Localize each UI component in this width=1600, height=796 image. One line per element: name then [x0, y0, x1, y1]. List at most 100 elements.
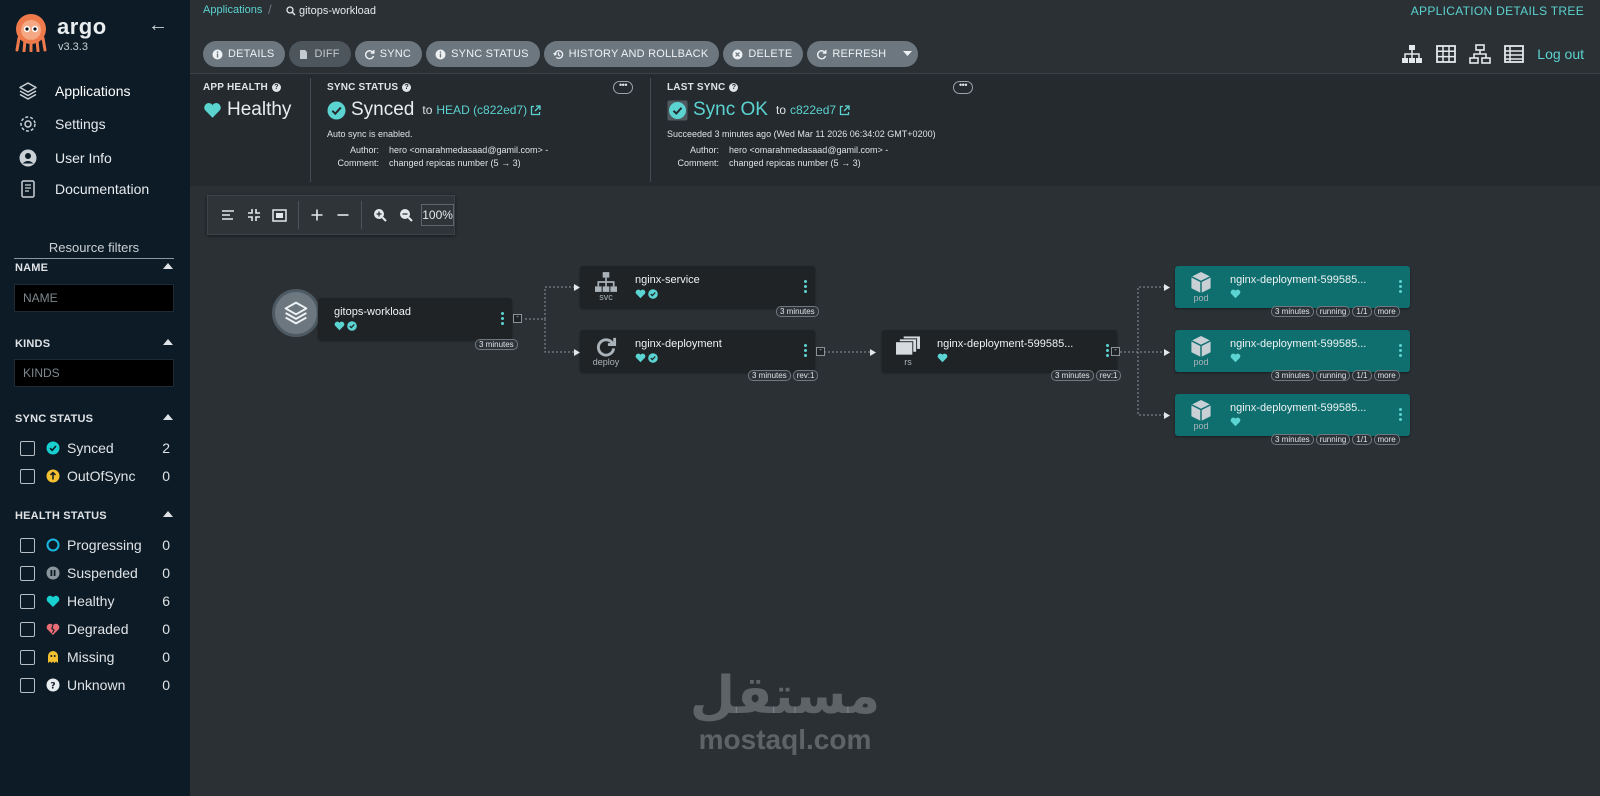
- filter-count: 0: [162, 677, 170, 693]
- kinds-filter-input[interactable]: [14, 359, 174, 387]
- checkbox[interactable]: [20, 565, 35, 581]
- collapse-node-toggle[interactable]: -: [816, 347, 825, 356]
- sync-revision-link[interactable]: HEAD (c822ed7): [436, 103, 541, 117]
- refresh-dropdown-button[interactable]: [897, 41, 919, 67]
- external-link-icon: [839, 104, 850, 115]
- collapse-caret-icon[interactable]: [163, 511, 173, 517]
- health-status-text: Healthy: [227, 99, 292, 120]
- checkbox[interactable]: [20, 649, 35, 665]
- checkbox[interactable]: [20, 440, 35, 456]
- refresh-button[interactable]: REFRESH: [807, 41, 898, 67]
- app-node-icon[interactable]: [272, 289, 320, 337]
- checkbox[interactable]: [20, 593, 35, 609]
- collapse-sidebar-icon[interactable]: ←: [148, 14, 168, 37]
- help-icon[interactable]: ?: [271, 83, 281, 92]
- age-tag: 3 minutes: [748, 370, 791, 381]
- checkbox[interactable]: [20, 621, 35, 637]
- node-kind: pod: [1193, 357, 1209, 367]
- nav-user-info[interactable]: User Info: [18, 145, 188, 171]
- node-status: [1230, 289, 1241, 299]
- age-tag: 3 minutes: [1051, 370, 1094, 381]
- collapse-caret-icon[interactable]: [163, 339, 173, 345]
- collapse-caret-icon[interactable]: [163, 414, 173, 420]
- delete-button[interactable]: DELETE: [723, 41, 804, 67]
- pod-node[interactable]: pod nginx-deployment-599585...: [1175, 266, 1410, 308]
- filter-count: 6: [162, 593, 170, 609]
- details-label: DETAILS: [228, 48, 275, 60]
- logout-link[interactable]: Log out: [1537, 46, 1584, 62]
- network-view-icon[interactable]: [1469, 44, 1492, 64]
- cube-icon: [1191, 399, 1211, 422]
- zoom-level: 100%: [421, 204, 454, 226]
- breadcrumb-current[interactable]: gitops-workload: [286, 5, 376, 17]
- more-tag[interactable]: more: [1373, 370, 1400, 381]
- filter-count: 0: [162, 565, 170, 581]
- align-left-icon[interactable]: [217, 204, 238, 226]
- node-status: [635, 289, 658, 299]
- nav-applications[interactable]: Applications: [18, 78, 188, 104]
- zoom-in-icon[interactable]: [369, 204, 390, 226]
- node-menu-icon[interactable]: [1398, 408, 1402, 421]
- checkbox[interactable]: [20, 677, 35, 693]
- breadcrumb-applications[interactable]: Applications: [203, 4, 262, 16]
- filter-missing[interactable]: Missing 0: [20, 647, 170, 667]
- filter-progressing[interactable]: Progressing 0: [20, 535, 170, 555]
- diff-label: DIFF: [314, 48, 340, 60]
- filter-synced[interactable]: Synced 2: [20, 438, 170, 458]
- details-button[interactable]: DETAILS: [203, 41, 286, 67]
- help-icon[interactable]: ?: [402, 83, 412, 92]
- collapse-node-toggle[interactable]: -: [513, 314, 522, 323]
- name-filter-input[interactable]: [14, 284, 174, 312]
- nav-documentation[interactable]: Documentation: [18, 176, 188, 202]
- collapse-icon[interactable]: [332, 204, 353, 226]
- age-tag: 3 minutes: [1271, 306, 1314, 317]
- checkbox[interactable]: [20, 537, 35, 553]
- tree-view-icon[interactable]: [1401, 44, 1423, 64]
- diff-button[interactable]: DIFF: [289, 41, 351, 67]
- deployment-node[interactable]: deploy nginx-deployment: [580, 330, 815, 372]
- pod-node[interactable]: pod nginx-deployment-599585...: [1175, 330, 1410, 372]
- list-view-icon[interactable]: [1503, 44, 1525, 64]
- zoom-out-icon[interactable]: [395, 204, 416, 226]
- filter-outofsync[interactable]: OutOfSync 0: [20, 466, 170, 486]
- svg-text:?: ?: [50, 681, 55, 691]
- collapse-node-toggle[interactable]: -: [1111, 347, 1120, 356]
- collapse-caret-icon[interactable]: [163, 263, 173, 269]
- sync-status-button[interactable]: SYNC STATUS: [426, 41, 540, 67]
- comment-value: changed repicas number (5 → 3): [729, 158, 861, 168]
- external-link-icon: [530, 104, 541, 115]
- app-toolbar: DETAILS DIFF SYNC SYNC STATUS HISTORY AN…: [203, 41, 919, 67]
- service-node[interactable]: svc nginx-service: [580, 266, 815, 308]
- history-rollback-button[interactable]: HISTORY AND ROLLBACK: [543, 41, 720, 67]
- more-tag[interactable]: more: [1373, 306, 1400, 317]
- compact-icon[interactable]: [243, 204, 264, 226]
- filter-healthy[interactable]: Healthy 6: [20, 591, 170, 611]
- help-icon[interactable]: ?: [729, 83, 739, 92]
- more-tag[interactable]: more: [1373, 434, 1400, 445]
- search-icon: [286, 6, 296, 16]
- sync-button[interactable]: SYNC: [354, 41, 423, 67]
- node-menu-icon[interactable]: [500, 312, 504, 325]
- filter-suspended[interactable]: Suspended 0: [20, 563, 170, 583]
- last-sync-heading: LAST SYNC?: [667, 82, 739, 93]
- node-kind-icon: pod: [1181, 271, 1221, 303]
- last-sync-more-button[interactable]: •••: [953, 81, 973, 94]
- last-sync-revision-link[interactable]: c822ed7: [790, 103, 850, 117]
- node-menu-icon[interactable]: [1398, 280, 1402, 293]
- node-menu-icon[interactable]: [1398, 344, 1402, 357]
- node-menu-icon[interactable]: [803, 280, 807, 293]
- filter-unknown[interactable]: ? Unknown 0: [20, 675, 170, 695]
- node-menu-icon[interactable]: [1105, 344, 1109, 357]
- app-node[interactable]: gitops-workload: [318, 298, 512, 340]
- replicaset-node[interactable]: rs nginx-deployment-599585...: [882, 330, 1117, 372]
- pods-view-icon[interactable]: [1435, 44, 1457, 64]
- pod-node[interactable]: pod nginx-deployment-599585...: [1175, 394, 1410, 436]
- checkbox[interactable]: [20, 468, 35, 484]
- filter-degraded[interactable]: Degraded 0: [20, 619, 170, 639]
- sync-more-button[interactable]: •••: [613, 81, 633, 94]
- fit-screen-icon[interactable]: [269, 204, 290, 226]
- nav-settings[interactable]: Settings: [18, 111, 188, 137]
- node-menu-icon[interactable]: [803, 344, 807, 357]
- sync-status-value: Synced to HEAD (c822ed7): [327, 99, 541, 121]
- expand-icon[interactable]: [306, 204, 327, 226]
